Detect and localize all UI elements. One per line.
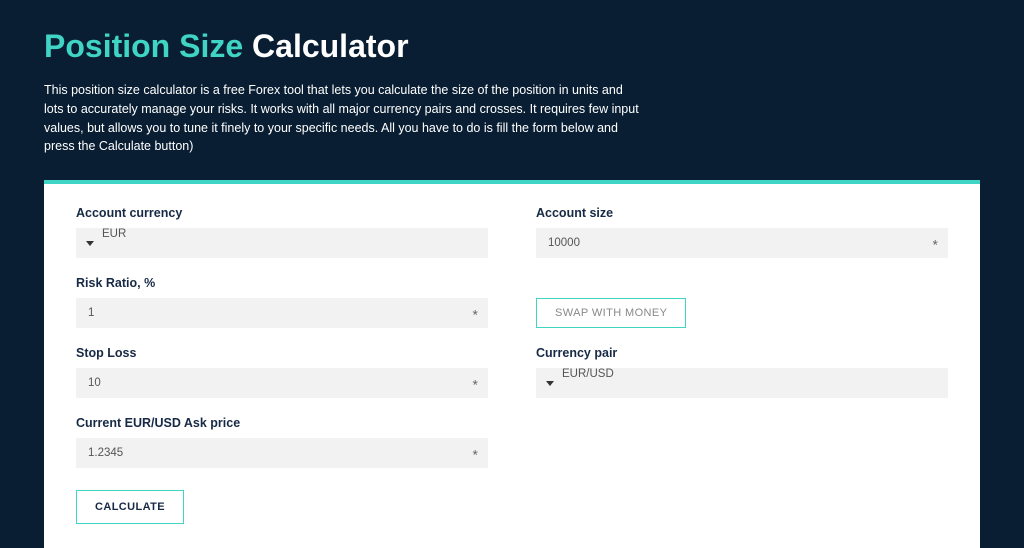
swap-with-money-button[interactable]: SWAP WITH MONEY	[536, 298, 686, 328]
title-accent: Position Size	[44, 28, 243, 64]
account-size-field: Account size *	[536, 206, 948, 258]
empty-cell	[536, 416, 948, 468]
currency-pair-select[interactable]: EUR/USD	[536, 368, 948, 398]
risk-ratio-input[interactable]	[76, 298, 488, 328]
account-size-label: Account size	[536, 206, 948, 220]
title-rest-text: Calculator	[252, 28, 408, 64]
stop-loss-input[interactable]	[76, 368, 488, 398]
account-currency-select[interactable]: EUR	[76, 228, 488, 258]
currency-pair-value: EUR/USD	[536, 368, 948, 398]
account-currency-field: Account currency EUR	[76, 206, 488, 258]
ask-price-input[interactable]	[76, 438, 488, 468]
currency-pair-field: Currency pair EUR/USD	[536, 346, 948, 398]
account-currency-label: Account currency	[76, 206, 488, 220]
account-currency-value: EUR	[76, 228, 488, 258]
swap-row: SWAP WITH MONEY	[536, 276, 948, 328]
ask-price-field: Current EUR/USD Ask price *	[76, 416, 488, 468]
currency-pair-label: Currency pair	[536, 346, 948, 360]
calculator-card: Account currency EUR Account size * Risk…	[44, 180, 980, 548]
ask-price-label: Current EUR/USD Ask price	[76, 416, 488, 430]
required-asterisk-icon: *	[473, 377, 478, 393]
stop-loss-label: Stop Loss	[76, 346, 488, 360]
risk-ratio-label: Risk Ratio, %	[76, 276, 488, 290]
risk-ratio-field: Risk Ratio, % *	[76, 276, 488, 328]
page-description: This position size calculator is a free …	[44, 81, 644, 156]
account-size-input[interactable]	[536, 228, 948, 258]
page-title: Position Size Calculator	[44, 28, 980, 65]
calculate-button[interactable]: CALCULATE	[76, 490, 184, 524]
caret-down-icon	[86, 241, 94, 246]
stop-loss-field: Stop Loss *	[76, 346, 488, 398]
required-asterisk-icon: *	[473, 447, 478, 463]
caret-down-icon	[546, 381, 554, 386]
required-asterisk-icon: *	[473, 307, 478, 323]
required-asterisk-icon: *	[933, 237, 938, 253]
